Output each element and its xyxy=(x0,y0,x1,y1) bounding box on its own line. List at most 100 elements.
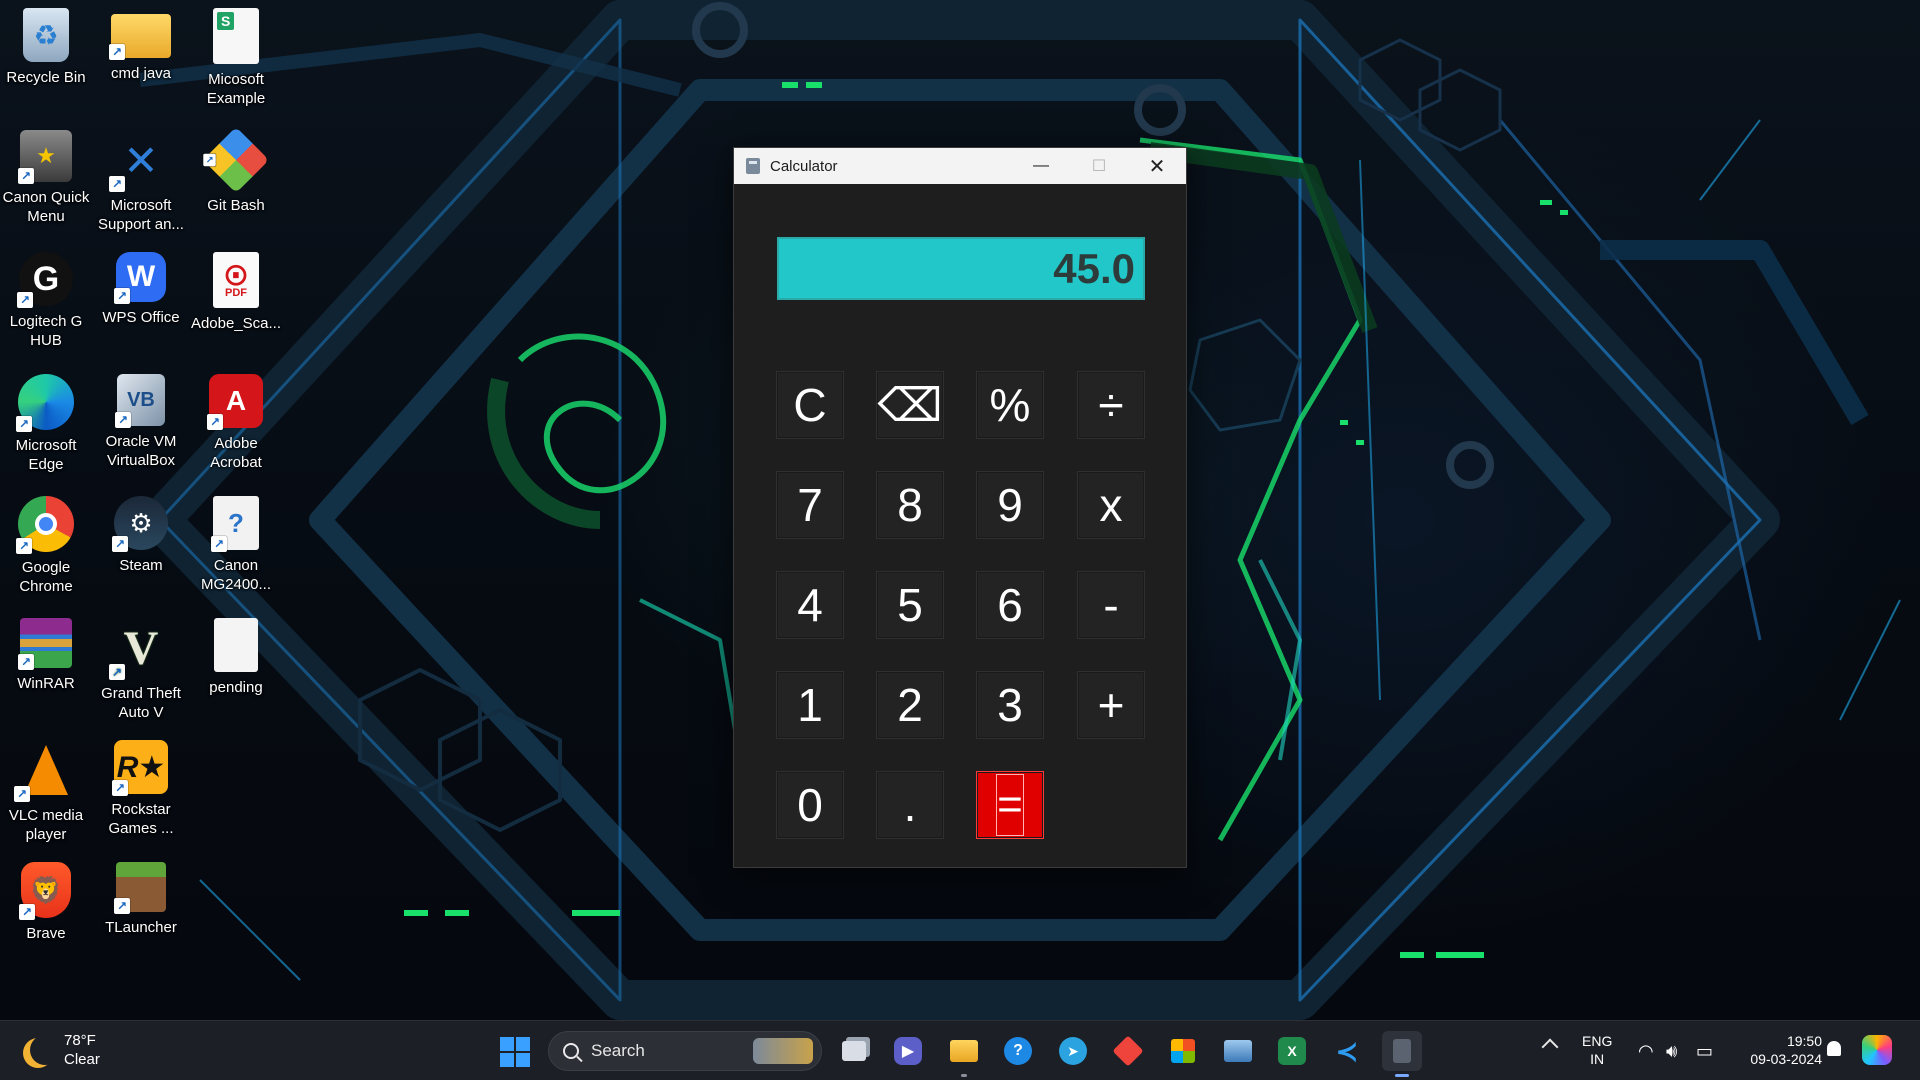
digit-3-button[interactable]: 3 xyxy=(976,671,1044,739)
taskbar-task-view[interactable] xyxy=(834,1031,874,1071)
desktop-icon-gta-v[interactable]: V ↗ Grand Theft Auto V xyxy=(95,610,187,728)
system-clock[interactable]: 19:50 09-03-2024 xyxy=(1732,1032,1822,1068)
taskbar-get-help[interactable]: ? xyxy=(998,1031,1038,1071)
battery-icon[interactable]: ▭ xyxy=(1696,1041,1713,1062)
moon-icon xyxy=(30,1035,60,1065)
decimal-point-button[interactable]: . xyxy=(876,771,944,839)
vlc-icon: ↗ xyxy=(14,740,76,802)
winrar-icon: ↗ xyxy=(18,618,72,670)
calculator-titlebar[interactable]: Calculator — ☐ ✕ xyxy=(734,148,1186,184)
desktop-icon-brave[interactable]: 🦁 ↗ Brave xyxy=(0,854,92,972)
digit-7-button[interactable]: 7 xyxy=(776,471,844,539)
taskbar-file-explorer[interactable] xyxy=(944,1031,984,1077)
close-icon: ✕ xyxy=(1148,155,1166,178)
divide-button[interactable]: ÷ xyxy=(1077,371,1145,439)
calculator-window[interactable]: Calculator — ☐ ✕ 45.0 C ⌫ % ÷ 7 8 9 x 4 … xyxy=(733,147,1187,868)
windows-logo-icon xyxy=(500,1037,514,1051)
desktop-icon-micosoft-example[interactable]: S Micosoft Example xyxy=(190,0,282,118)
taskbar-vscode[interactable]: ≺ xyxy=(1327,1031,1367,1071)
desktop-icon-oracle-vm-virtualbox[interactable]: VB ↗ Oracle VM VirtualBox xyxy=(95,366,187,484)
desktop-icon-cmd-java[interactable]: ↗ cmd java xyxy=(95,0,187,118)
notification-bell-icon[interactable] xyxy=(1827,1041,1841,1056)
help-icon: ? xyxy=(1004,1037,1032,1065)
desktop-icon-google-chrome[interactable]: ↗ Google Chrome xyxy=(0,488,92,606)
edge-icon: ↗ xyxy=(16,374,74,432)
digit-1-button[interactable]: 1 xyxy=(776,671,844,739)
anydesk-icon xyxy=(1112,1035,1144,1067)
desktop-icon-recycle-bin[interactable]: ♻ Recycle Bin xyxy=(0,0,92,118)
desktop-icon-canon-mg2400[interactable]: ? ↗ Canon MG2400... xyxy=(190,488,282,606)
desktop-icon-logitech-g-hub[interactable]: G ↗ Logitech G HUB xyxy=(0,244,92,362)
steam-icon: ⚙ ↗ xyxy=(112,496,168,552)
pdf-file-icon: ⨀ PDF xyxy=(213,252,259,308)
desktop-icon-steam[interactable]: ⚙ ↗ Steam xyxy=(95,488,187,606)
show-hidden-icons-chevron-icon[interactable] xyxy=(1541,1038,1559,1056)
clock-date: 09-03-2024 xyxy=(1750,1051,1822,1067)
minimize-button[interactable]: — xyxy=(1012,148,1070,184)
equals-button[interactable]: = xyxy=(976,771,1044,839)
copilot-icon[interactable] xyxy=(1862,1035,1892,1065)
close-button[interactable]: ✕ xyxy=(1128,148,1186,184)
weather-widget[interactable]: 78°F Clear xyxy=(22,1031,100,1069)
folder-icon: ↗ xyxy=(109,14,171,60)
calculator-icon xyxy=(1393,1039,1411,1063)
gta-v-icon: V ↗ xyxy=(109,618,171,680)
desktop-icon-adobe-acrobat[interactable]: A ↗ Adobe Acrobat xyxy=(190,366,282,484)
digit-5-button[interactable]: 5 xyxy=(876,571,944,639)
telegram-icon: ➤ xyxy=(1059,1037,1087,1065)
desktop-icon-adobe-scan[interactable]: ⨀ PDF Adobe_Sca... xyxy=(190,244,282,362)
canon-quick-menu-icon: ★ ↗ xyxy=(18,130,72,184)
search-icon xyxy=(563,1043,579,1059)
add-button[interactable]: + xyxy=(1077,671,1145,739)
desktop-icon-pending[interactable]: pending xyxy=(190,610,282,728)
clear-button[interactable]: C xyxy=(776,371,844,439)
wifi-icon[interactable]: ◠ xyxy=(1638,1041,1654,1062)
vscode-icon: ≺ xyxy=(1335,1035,1359,1067)
digit-8-button[interactable]: 8 xyxy=(876,471,944,539)
digit-9-button[interactable]: 9 xyxy=(976,471,1044,539)
digit-4-button[interactable]: 4 xyxy=(776,571,844,639)
minimize-icon: — xyxy=(1033,157,1049,174)
desktop-icon-wps-office[interactable]: W ↗ WPS Office xyxy=(95,244,187,362)
task-view-icon xyxy=(842,1041,866,1061)
window-title: Calculator xyxy=(770,157,838,175)
digit-2-button[interactable]: 2 xyxy=(876,671,944,739)
tlauncher-icon: ↗ xyxy=(114,862,166,914)
digit-0-button[interactable]: 0 xyxy=(776,771,844,839)
microsoft-store-icon xyxy=(1171,1039,1195,1063)
taskbar-teams-chat[interactable]: ▶ xyxy=(888,1031,928,1071)
volume-icon[interactable]: 🔊︎ xyxy=(1666,1041,1677,1062)
taskbar-telegram[interactable]: ➤ xyxy=(1053,1031,1093,1071)
desktop-icon-microsoft-edge[interactable]: ↗ Microsoft Edge xyxy=(0,366,92,484)
desktop-icon-winrar[interactable]: ↗ WinRAR xyxy=(0,610,92,728)
taskbar-excel[interactable]: X xyxy=(1272,1031,1312,1071)
search-highlight-image xyxy=(753,1038,813,1064)
taskbar-anydesk[interactable] xyxy=(1108,1031,1148,1071)
subtract-button[interactable]: - xyxy=(1077,571,1145,639)
maximize-icon: ☐ xyxy=(1091,158,1107,175)
multiply-button[interactable]: x xyxy=(1077,471,1145,539)
digit-6-button[interactable]: 6 xyxy=(976,571,1044,639)
taskbar-photos[interactable] xyxy=(1218,1031,1258,1071)
recycle-bin-icon: ♻ xyxy=(23,8,69,62)
desktop-icon-git-bash[interactable]: ↗ Git Bash xyxy=(190,122,282,240)
desktop-icon-rockstar-games[interactable]: R★ ↗ Rockstar Games ... xyxy=(95,732,187,850)
desktop-icon-tlauncher[interactable]: ↗ TLauncher xyxy=(95,854,187,972)
taskbar-calculator[interactable] xyxy=(1382,1031,1422,1077)
photos-icon xyxy=(1224,1040,1252,1062)
backspace-button[interactable]: ⌫ xyxy=(876,371,944,439)
git-bash-icon: ↗ xyxy=(202,126,270,194)
desktop-icon-microsoft-support[interactable]: ✕ ↗ Microsoft Support an... xyxy=(95,122,187,240)
start-button[interactable] xyxy=(500,1037,530,1067)
calculator-app-icon xyxy=(746,158,760,174)
desktop-icon-vlc[interactable]: ↗ VLC media player xyxy=(0,732,92,850)
canon-printer-help-icon: ? ↗ xyxy=(211,496,259,552)
desktop-icon-canon-quick-menu[interactable]: ★ ↗ Canon Quick Menu xyxy=(0,122,92,240)
chrome-icon: ↗ xyxy=(16,496,74,554)
taskbar-microsoft-store[interactable] xyxy=(1163,1031,1203,1071)
microsoft-support-icon: ✕ ↗ xyxy=(109,130,171,192)
input-language-indicator[interactable]: ENG IN xyxy=(1582,1032,1612,1068)
maximize-button[interactable]: ☐ xyxy=(1070,148,1128,184)
percent-button[interactable]: % xyxy=(976,371,1044,439)
taskbar-search-box[interactable]: Search xyxy=(548,1031,822,1071)
